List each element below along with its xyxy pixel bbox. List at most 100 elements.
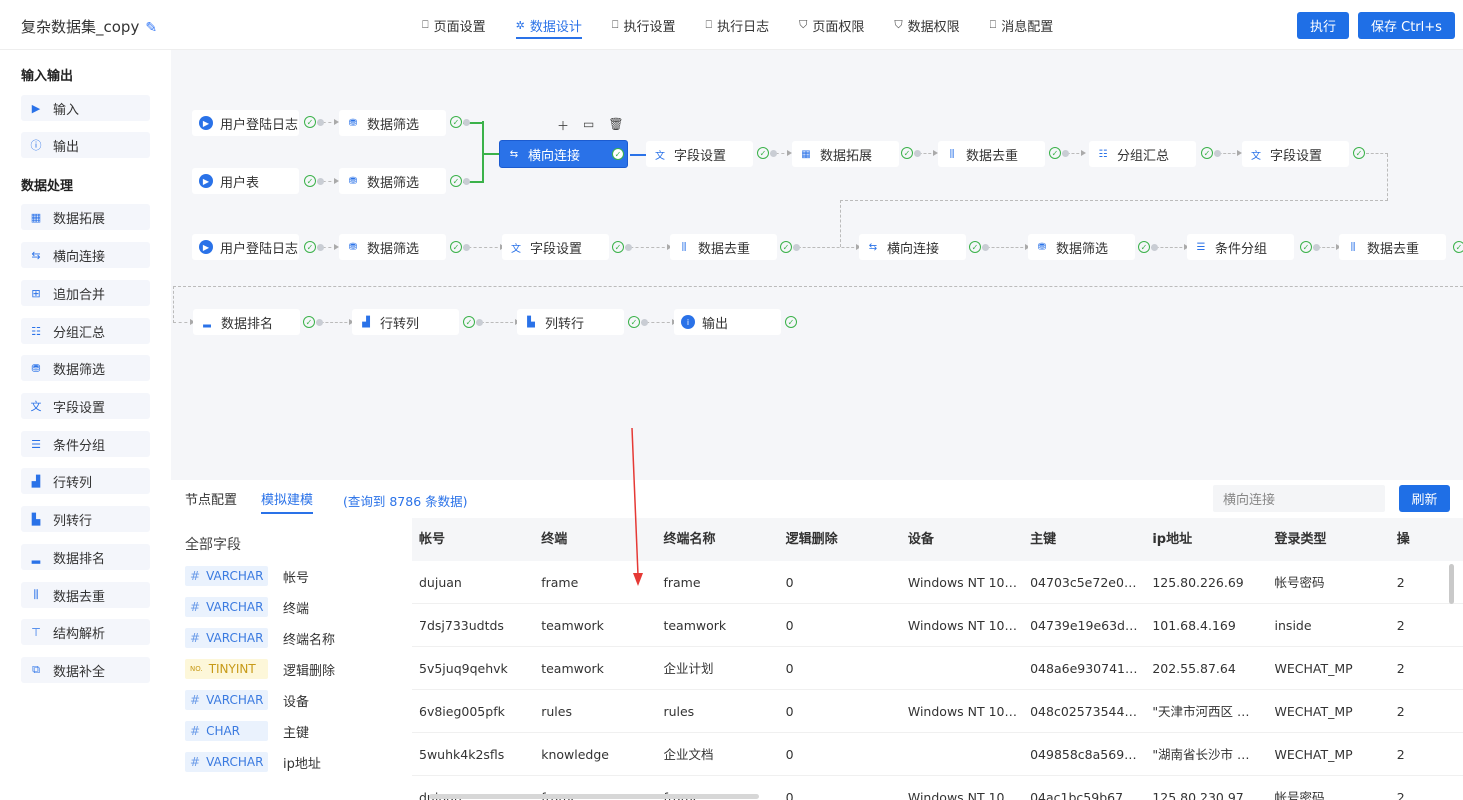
flow-node[interactable]: ▦ 数据拓展 bbox=[792, 141, 899, 167]
column-header[interactable]: ip地址 bbox=[1145, 518, 1267, 561]
comment-icon[interactable]: ▭ bbox=[583, 117, 594, 134]
hash-icon: # bbox=[190, 724, 201, 738]
tab-page-permissions[interactable]: ⛉ 页面权限 bbox=[799, 0, 864, 50]
flow-node[interactable]: ▟ 行转列 bbox=[352, 309, 459, 335]
flow-node[interactable]: ⫼ 数据去重 bbox=[938, 141, 1045, 167]
node-toolbar: ＋ ▭ 🗑 bbox=[557, 117, 624, 134]
success-check-icon: ✓ bbox=[304, 175, 316, 187]
field-item[interactable]: # VARCHAR ip地址 bbox=[185, 752, 321, 772]
tab-data-design[interactable]: ✲ 数据设计 bbox=[515, 0, 583, 50]
connector-dot bbox=[317, 244, 324, 251]
sidebar-item-field-settings[interactable]: 文字段设置 bbox=[21, 393, 150, 419]
success-check-icon: ✓ bbox=[612, 148, 624, 160]
flow-node[interactable]: ⛃ 数据筛选 bbox=[339, 168, 446, 194]
flow-connector bbox=[1151, 244, 1189, 251]
table-row[interactable]: 5v5juq9qehvkteamwork企业计划0048a6e9307414c1… bbox=[412, 647, 1463, 690]
flow-node[interactable]: ▶ 用户登陆日志 bbox=[192, 110, 299, 136]
connector-dot bbox=[463, 244, 470, 251]
sidebar-item-dedupe[interactable]: ⫼ 数据去重 bbox=[21, 582, 150, 608]
translate-icon: 文 bbox=[655, 150, 665, 162]
flow-node[interactable]: ▙ 列转行 bbox=[517, 309, 624, 335]
flow-node[interactable]: 文字段设置 bbox=[502, 234, 609, 260]
sidebar-item-data-rank[interactable]: ▂ 数据排名 bbox=[21, 544, 150, 570]
sidebar-item-column-to-row[interactable]: ▙ 列转行 bbox=[21, 506, 150, 532]
vertical-scrollbar[interactable] bbox=[1449, 564, 1454, 604]
table-row[interactable]: 7dsj733udtds teamwork teamwork 0 Windows NT … bbox=[412, 604, 1463, 647]
flow-connector bbox=[1313, 244, 1341, 251]
add-icon[interactable]: ＋ bbox=[557, 117, 569, 134]
field-item[interactable]: # VARCHAR 终端 bbox=[185, 597, 309, 617]
sidebar-item-input[interactable]: ▶ 输入 bbox=[21, 95, 150, 121]
column-header[interactable]: 操 bbox=[1390, 518, 1463, 561]
sidebar-item-append-merge[interactable]: ⊞ 追加合并 bbox=[21, 280, 150, 306]
sidebar-item-condition-group[interactable]: ☰ 条件分组 bbox=[21, 431, 150, 457]
number-icon: NO. bbox=[190, 665, 203, 673]
flow-connector bbox=[173, 286, 1463, 287]
flow-node[interactable]: ⛃ 数据筛选 bbox=[1028, 234, 1135, 260]
column-header[interactable]: 帐号 bbox=[412, 518, 534, 561]
column-header[interactable]: 主键 bbox=[1023, 518, 1145, 561]
run-button[interactable]: 执行 bbox=[1297, 12, 1350, 39]
refresh-button[interactable]: 刷新 bbox=[1399, 485, 1450, 512]
column-header[interactable]: 终端 bbox=[534, 518, 656, 561]
flow-connector bbox=[914, 150, 938, 157]
flow-node[interactable]: ☰ 条件分组 bbox=[1187, 234, 1294, 260]
preview-table: 帐号 终端 终端名称 逻辑删除 设备 主键 ip地址 登录类型 操 dujuan… bbox=[412, 518, 1463, 800]
sidebar-item-data-complete[interactable]: ⧉ 数据补全 bbox=[21, 657, 150, 683]
edit-pencil-icon[interactable]: ✎ bbox=[145, 20, 157, 36]
flow-node[interactable]: ▶ 用户表 bbox=[192, 168, 299, 194]
field-item[interactable]: # CHAR 主键 bbox=[185, 721, 309, 741]
save-button[interactable]: 保存 Ctrl+s bbox=[1358, 12, 1455, 39]
horizontal-scrollbar[interactable] bbox=[429, 794, 759, 799]
sidebar-item-data-filter[interactable]: ⛃ 数据筛选 bbox=[21, 355, 150, 381]
field-item[interactable]: # VARCHAR 终端名称 bbox=[185, 628, 335, 648]
table-row[interactable]: 5wuhk4k2sfls knowledge 企业文档 0 049858c8a56916… bbox=[412, 733, 1463, 776]
table-row[interactable]: dujuanframeframe0Windows NT 10.0; …04703… bbox=[412, 561, 1463, 604]
sidebar-item-group-summary[interactable]: ☷ 分组汇总 bbox=[21, 318, 150, 344]
success-check-icon: ✓ bbox=[628, 316, 640, 328]
sidebar-item-horizontal-join[interactable]: ⇆ 横向连接 bbox=[21, 242, 150, 268]
connector-dot bbox=[793, 244, 800, 251]
connector-dot bbox=[316, 319, 323, 326]
tab-simulated-model[interactable]: 模拟建模 bbox=[261, 489, 314, 514]
flow-canvas[interactable]: ▶ 用户登陆日志 ✓ ⛃ 数据筛选 ✓ ▶ 用户表 ✓ ⛃ 数据筛选 ✓ ＋ ▭ 🗑 ⇆… bbox=[171, 50, 1463, 480]
flow-node[interactable]: 文字段设置 bbox=[646, 141, 753, 167]
flow-node[interactable]: ⛃ 数据筛选 bbox=[339, 234, 446, 260]
flow-node[interactable]: ⇆ 横向连接 bbox=[859, 234, 966, 260]
flow-node[interactable]: ⫼ 数据去重 bbox=[670, 234, 777, 260]
flow-node[interactable]: 文字段设置 bbox=[1242, 141, 1349, 167]
flow-node-selected[interactable]: ⇆ 横向连接 bbox=[499, 140, 628, 168]
sidebar-item-row-to-column[interactable]: ▟ 行转列 bbox=[21, 468, 150, 494]
filter-icon: ⛃ bbox=[348, 241, 358, 253]
success-check-icon: ✓ bbox=[969, 241, 981, 253]
field-item[interactable]: # VARCHAR 设备 bbox=[185, 690, 309, 710]
connector-dot bbox=[317, 178, 324, 185]
flow-node[interactable]: ☷ 分组汇总 bbox=[1089, 141, 1196, 167]
success-check-icon: ✓ bbox=[1453, 241, 1463, 253]
success-check-icon: ✓ bbox=[785, 316, 797, 328]
flow-node[interactable]: ⛃ 数据筛选 bbox=[339, 110, 446, 136]
tab-message-config[interactable]: ⎕ 消息配置 bbox=[990, 0, 1054, 50]
connector-dot bbox=[1151, 244, 1158, 251]
flow-node[interactable]: ▂ 数据排名 bbox=[193, 309, 300, 335]
column-header[interactable]: 终端名称 bbox=[656, 518, 778, 561]
tab-data-permissions[interactable]: ⛉ 数据权限 bbox=[894, 0, 959, 50]
node-search-input[interactable] bbox=[1213, 485, 1385, 512]
tab-execution-settings[interactable]: ⎕ 执行设置 bbox=[612, 0, 676, 50]
sidebar-item-structure-parse[interactable]: ⊤ 结构解析 bbox=[21, 619, 150, 645]
sidebar-item-data-expand[interactable]: ▦ 数据拓展 bbox=[21, 204, 150, 230]
delete-icon[interactable]: 🗑 bbox=[608, 117, 623, 134]
field-item[interactable]: NO. TINYINT 逻辑删除 bbox=[185, 659, 335, 679]
table-row[interactable]: 6v8ieg005pfk rules rules 0 Windows NT 10.0; … bbox=[412, 690, 1463, 733]
tab-node-config[interactable]: 节点配置 bbox=[185, 489, 237, 508]
flow-node[interactable]: i 输出 bbox=[674, 309, 781, 335]
flow-node[interactable]: ▶ 用户登陆日志 bbox=[192, 234, 299, 260]
column-header[interactable]: 登录类型 bbox=[1268, 518, 1390, 561]
column-header[interactable]: 逻辑删除 bbox=[779, 518, 901, 561]
flow-node[interactable]: ⫼ 数据去重 bbox=[1339, 234, 1446, 260]
field-item[interactable]: # VARCHAR 帐号 bbox=[185, 566, 309, 586]
tab-page-settings[interactable]: ⎕ 页面设置 bbox=[422, 0, 486, 50]
tab-execution-log[interactable]: ⎕ 执行日志 bbox=[705, 0, 769, 50]
sidebar-item-output[interactable]: ⓘ 输出 bbox=[21, 132, 150, 158]
column-header[interactable]: 设备 bbox=[901, 518, 1023, 561]
